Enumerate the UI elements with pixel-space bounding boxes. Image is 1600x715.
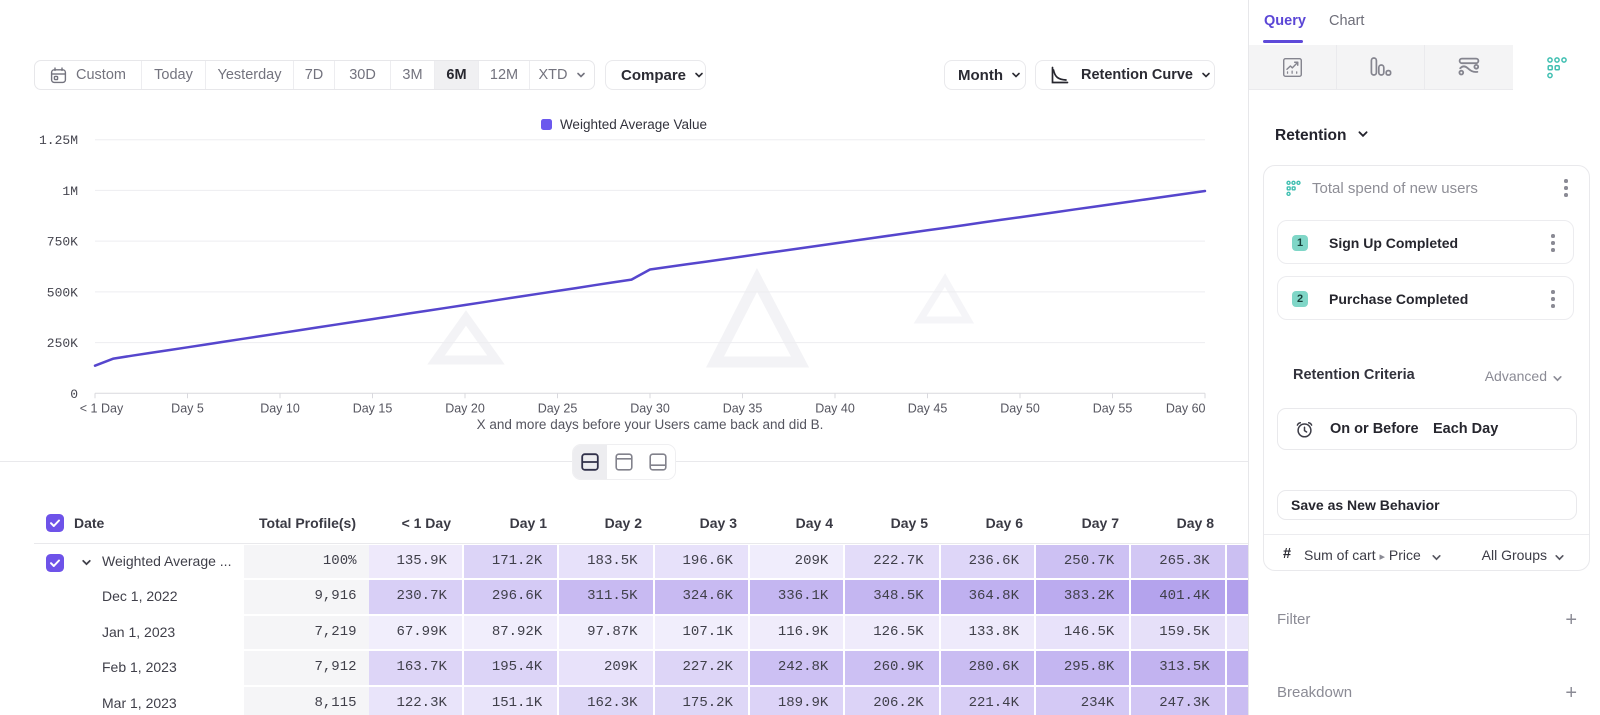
svg-text:Day 15: Day 15: [353, 401, 393, 415]
svg-text:Day 50: Day 50: [1000, 401, 1040, 415]
svg-text:1M: 1M: [62, 184, 78, 199]
svg-text:Day 55: Day 55: [1093, 401, 1133, 415]
svg-text:Day 40: Day 40: [815, 401, 855, 415]
svg-text:Day 60: Day 60: [1166, 401, 1206, 415]
svg-text:< 1 Day: < 1 Day: [80, 401, 124, 415]
svg-text:500K: 500K: [47, 285, 78, 300]
svg-text:Day 20: Day 20: [445, 401, 485, 415]
svg-text:Day 35: Day 35: [723, 401, 763, 415]
svg-text:Day 30: Day 30: [630, 401, 670, 415]
svg-text:750K: 750K: [47, 235, 78, 250]
svg-text:Day 25: Day 25: [538, 401, 578, 415]
svg-text:Day 45: Day 45: [908, 401, 948, 415]
svg-text:250K: 250K: [47, 336, 78, 351]
svg-text:0: 0: [70, 387, 78, 402]
svg-text:Day 10: Day 10: [260, 401, 300, 415]
svg-text:1.25M: 1.25M: [39, 133, 78, 148]
svg-text:Day 5: Day 5: [171, 401, 204, 415]
